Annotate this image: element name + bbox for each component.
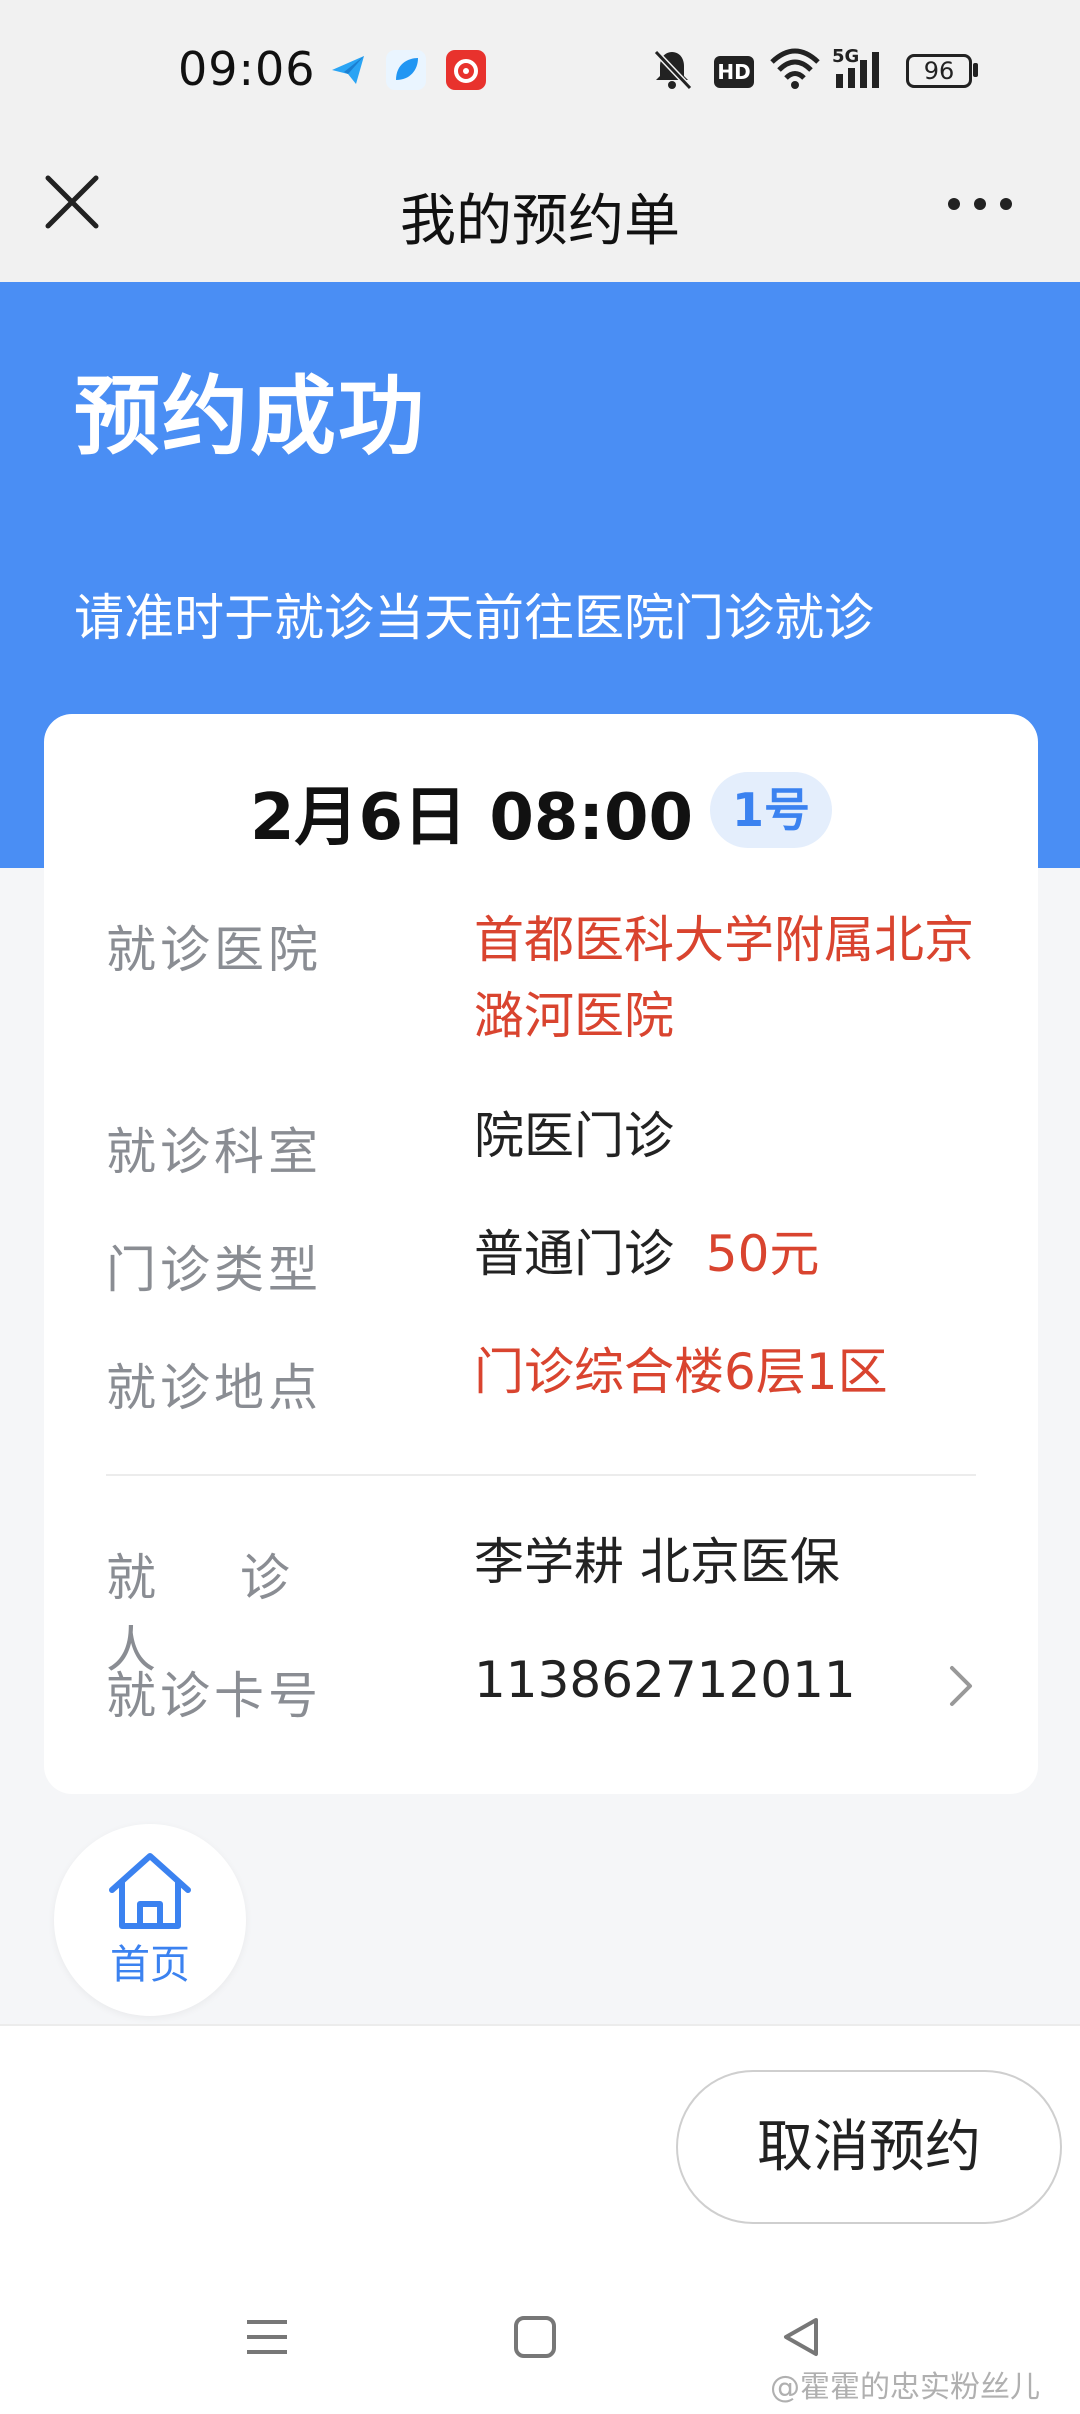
home-label: 首页 (110, 1942, 190, 1988)
more-options-icon[interactable] (944, 184, 1016, 224)
page-title: 我的预约单 (400, 189, 680, 254)
card-number-label: 就诊卡号 (106, 1667, 322, 1725)
cancel-appointment-button[interactable]: 取消预约 (676, 2070, 1062, 2224)
hospital-value: 首都医科大学附属北京潞河医院 (474, 911, 974, 1045)
music-app-icon (446, 50, 486, 90)
location-label: 就诊地点 (106, 1359, 322, 1417)
mute-bell-icon (653, 49, 693, 91)
leaf-app-icon (386, 50, 426, 90)
home-icon (109, 1853, 191, 1929)
clinic-type-text: 普通门诊 (474, 1225, 674, 1283)
title-bar: 我的预约单 (0, 140, 1080, 282)
watermark-text: @霍霍的忠实粉丝儿 (770, 2370, 1040, 2405)
status-time: 09:06 (178, 42, 316, 96)
department-value: 院医门诊 (474, 1107, 674, 1165)
back-nav-icon[interactable] (778, 2314, 824, 2360)
signal-icon (836, 52, 879, 88)
clinic-type-value: 普通门诊 50元 (474, 1216, 994, 1292)
appointment-card: 2月6日 08:00 1号 就诊医院 首都医科大学附属北京潞河医院 就诊科室 院… (44, 714, 1038, 1794)
bottom-action-bar: 取消预约 (0, 2024, 1080, 2414)
patient-value: 李学耕 北京医保 (474, 1533, 840, 1591)
department-label: 就诊科室 (106, 1123, 322, 1181)
recent-apps-icon[interactable] (244, 2314, 290, 2360)
card-number-value: 113862712011 (474, 1651, 856, 1709)
status-bar: 09:06 HD 5G 96 (0, 0, 1080, 140)
success-subtitle: 请准时于就诊当天前往医院门诊就诊 (74, 589, 874, 647)
battery-indicator: 96 (906, 54, 972, 88)
card-divider (106, 1474, 976, 1476)
clinic-fee: 50元 (705, 1225, 820, 1283)
queue-number-badge: 1号 (710, 772, 832, 848)
home-button[interactable]: 首页 (54, 1824, 246, 2016)
battery-cap (973, 63, 978, 77)
appointment-datetime: 2月6日 08:00 (250, 781, 694, 855)
clinic-type-label: 门诊类型 (106, 1241, 322, 1299)
success-title: 预约成功 (74, 367, 426, 467)
hospital-label: 就诊医院 (106, 921, 322, 979)
location-value: 门诊综合楼6层1区 (474, 1343, 888, 1401)
chevron-right-icon[interactable] (940, 1660, 980, 1712)
hd-badge: HD (714, 56, 754, 88)
paper-plane-app-icon (332, 56, 364, 84)
home-nav-icon[interactable] (512, 2314, 558, 2360)
wifi-icon (770, 48, 820, 89)
